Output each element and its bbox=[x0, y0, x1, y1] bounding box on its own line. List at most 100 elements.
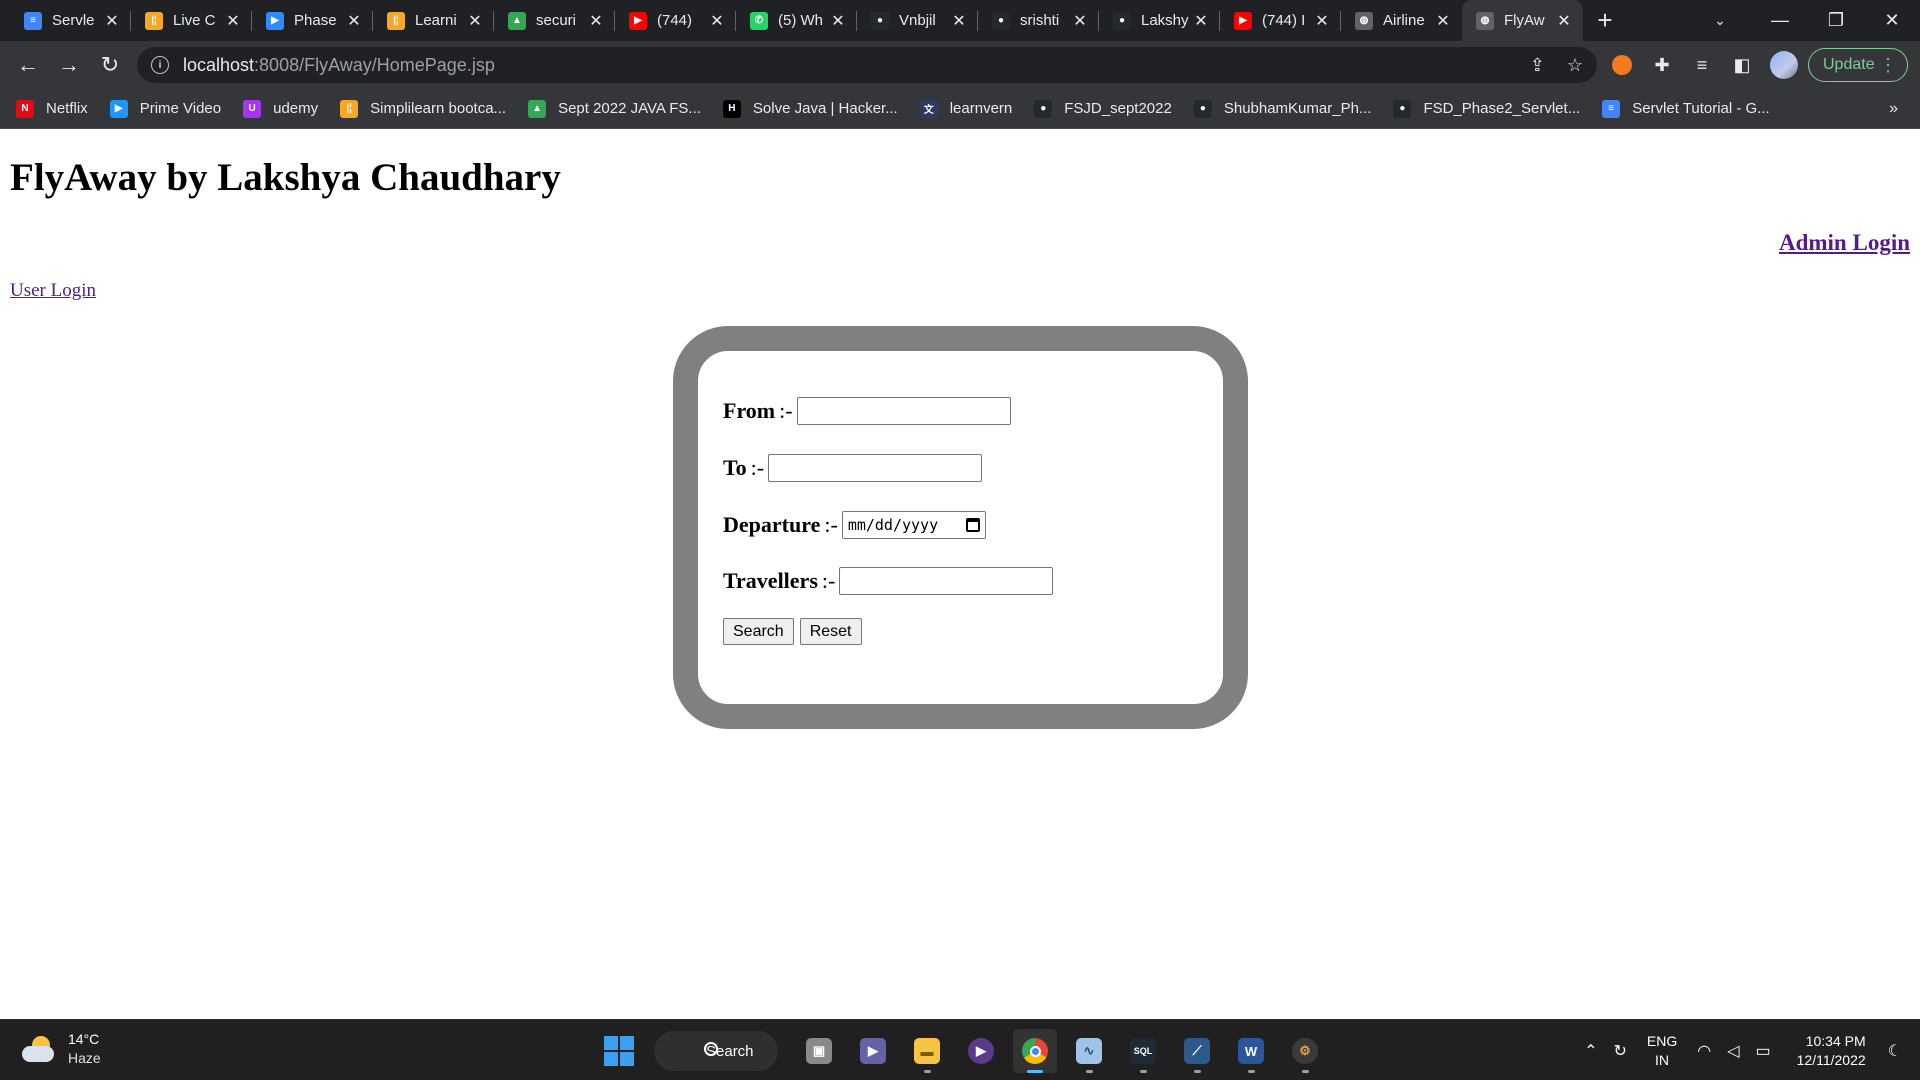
page-title: FlyAway by Lakshya Chaudhary bbox=[10, 156, 561, 199]
bookmark-item[interactable]: H Solve Java | Hacker... bbox=[722, 99, 898, 118]
browser-tab[interactable]: |¦ Live C ✕ bbox=[131, 0, 252, 41]
more-menu-icon[interactable]: ⋮ bbox=[1879, 55, 1897, 76]
close-tab-icon[interactable]: ✕ bbox=[103, 11, 121, 31]
reload-icon[interactable]: ↻ bbox=[90, 45, 130, 85]
browser-tab[interactable]: ▲ securi ✕ bbox=[494, 0, 615, 41]
close-tab-icon[interactable]: ✕ bbox=[345, 11, 363, 31]
close-tab-icon[interactable]: ✕ bbox=[1313, 11, 1331, 31]
language-top: ENG bbox=[1646, 1032, 1678, 1049]
file-explorer-icon[interactable]: ▬ bbox=[905, 1029, 949, 1073]
to-label: To bbox=[723, 455, 747, 480]
tab-title: Live C bbox=[173, 12, 216, 29]
browser-tab[interactable]: |¦ Learni ✕ bbox=[373, 0, 494, 41]
admin-login-link[interactable]: Admin Login bbox=[1779, 230, 1910, 256]
system-tray: ⌃ ↻ ENG IN ◠ ◁ ▭ 10:34 PM 12/11/2022 ☾ bbox=[1576, 1020, 1920, 1080]
notifications-moon-icon[interactable]: ☾ bbox=[1888, 1041, 1902, 1061]
bookmark-item[interactable]: ▶ Prime Video bbox=[109, 99, 221, 118]
extensions-puzzle-icon[interactable]: ✚ bbox=[1650, 53, 1674, 77]
tab-search-icon[interactable]: ⌄ bbox=[1705, 0, 1735, 41]
close-window-icon[interactable]: ✕ bbox=[1864, 0, 1920, 41]
browser-tab[interactable]: ◍ FlyAw ✕ bbox=[1462, 0, 1583, 41]
site-info-icon[interactable]: i bbox=[151, 56, 169, 74]
close-tab-icon[interactable]: ✕ bbox=[950, 11, 968, 31]
bookmark-item[interactable]: |¦ Simplilearn bootca... bbox=[340, 99, 506, 118]
departure-date-input[interactable]: mm/dd/yyyy bbox=[841, 511, 986, 539]
language-bottom: IN bbox=[1655, 1051, 1670, 1068]
from-label: From bbox=[723, 398, 776, 423]
bookmark-item[interactable]: ● ShubhamKumar_Ph... bbox=[1193, 99, 1371, 118]
from-separator: :- bbox=[779, 398, 793, 423]
browser-tab[interactable]: ▶ (744) ✕ bbox=[615, 0, 736, 41]
from-input[interactable] bbox=[796, 397, 1011, 425]
browser-tab[interactable]: ✆ (5) Wh ✕ bbox=[736, 0, 857, 41]
to-row: To :- bbox=[723, 454, 983, 482]
language-indicator[interactable]: ENG IN bbox=[1647, 1032, 1677, 1070]
bookmark-item[interactable]: N Netflix bbox=[16, 99, 88, 118]
user-login-link[interactable]: User Login bbox=[10, 280, 96, 302]
bookmark-item[interactable]: ● FSD_Phase2_Servlet... bbox=[1393, 99, 1581, 118]
wifi-icon[interactable]: ◠ bbox=[1697, 1041, 1711, 1061]
bookmark-item[interactable]: 文 learnvern bbox=[919, 99, 1012, 118]
profile-avatar[interactable] bbox=[1770, 51, 1798, 79]
browser-tab[interactable]: ▶ (744) I ✕ bbox=[1220, 0, 1341, 41]
zoom-icon: ▶ bbox=[266, 11, 284, 30]
back-arrow-icon[interactable]: ← bbox=[8, 45, 48, 85]
close-tab-icon[interactable]: ✕ bbox=[829, 11, 847, 31]
browser-tab[interactable]: ◍ Airline ✕ bbox=[1341, 0, 1462, 41]
close-tab-icon[interactable]: ✕ bbox=[587, 11, 605, 31]
start-windows-icon[interactable] bbox=[604, 1036, 634, 1066]
bookmark-item[interactable]: Uudemy bbox=[243, 99, 318, 118]
bookmark-item[interactable]: ● FSJD_sept2022 bbox=[1034, 99, 1172, 118]
browser-tab[interactable]: ▶ Phase ✕ bbox=[252, 0, 373, 41]
close-tab-icon[interactable]: ✕ bbox=[224, 11, 242, 31]
clock[interactable]: 10:34 PM 12/11/2022 bbox=[1797, 1032, 1866, 1070]
extension-orange-icon[interactable] bbox=[1610, 53, 1634, 77]
browser-tab[interactable]: ≡ Servle ✕ bbox=[10, 0, 131, 41]
bookmark-item[interactable]: ▲ Sept 2022 JAVA FS... bbox=[528, 99, 701, 118]
mysql-workbench-icon[interactable]: SQL bbox=[1121, 1029, 1165, 1073]
chrome-icon[interactable] bbox=[1013, 1029, 1057, 1073]
close-tab-icon[interactable]: ✕ bbox=[1071, 11, 1089, 31]
reading-list-icon[interactable]: ≡ bbox=[1690, 53, 1714, 77]
share-icon[interactable]: ⇪ bbox=[1530, 55, 1545, 76]
browser-tab[interactable]: ● srishti ✕ bbox=[978, 0, 1099, 41]
performance-monitor-icon[interactable]: ∿ bbox=[1067, 1029, 1111, 1073]
bookmark-label: FSD_Phase2_Servlet... bbox=[1423, 100, 1581, 117]
globe-icon: ◍ bbox=[1355, 11, 1373, 30]
close-tab-icon[interactable]: ✕ bbox=[1192, 11, 1210, 31]
search-button[interactable]: Search bbox=[723, 618, 794, 645]
task-view-icon[interactable]: ▣ bbox=[797, 1029, 841, 1073]
browser-tab[interactable]: ● Lakshy ✕ bbox=[1099, 0, 1220, 41]
side-panel-icon[interactable]: ◧ bbox=[1730, 53, 1754, 77]
calendar-icon[interactable] bbox=[965, 518, 980, 532]
close-tab-icon[interactable]: ✕ bbox=[1555, 11, 1573, 31]
bookmark-item[interactable]: ≡ Servlet Tutorial - G... bbox=[1602, 99, 1770, 118]
word-icon[interactable]: W bbox=[1229, 1029, 1273, 1073]
new-tab-plus-icon[interactable]: + bbox=[1583, 0, 1627, 41]
update-button[interactable]: Update ⋮ bbox=[1808, 48, 1908, 82]
minimize-icon[interactable]: — bbox=[1752, 0, 1808, 41]
close-tab-icon[interactable]: ✕ bbox=[1434, 11, 1452, 31]
bookmarks-overflow-icon[interactable]: » bbox=[1889, 100, 1898, 118]
address-bar[interactable]: i localhost:8008/FlyAway/HomePage.jsp ⇪ … bbox=[137, 47, 1597, 83]
travellers-input[interactable] bbox=[839, 567, 1054, 595]
volume-icon[interactable]: ◁ bbox=[1727, 1041, 1739, 1061]
eclipse-ide-icon[interactable]: ⟋ bbox=[1175, 1029, 1219, 1073]
browser-tab[interactable]: ● Vnbjil ✕ bbox=[857, 0, 978, 41]
teams-chat-icon[interactable]: ▶ bbox=[851, 1029, 895, 1073]
show-hidden-icons-chevron-icon[interactable]: ⌃ bbox=[1584, 1041, 1597, 1061]
forward-arrow-icon[interactable]: → bbox=[49, 45, 89, 85]
reset-button[interactable]: Reset bbox=[799, 618, 862, 645]
to-input[interactable] bbox=[768, 454, 983, 482]
battery-icon[interactable]: ▭ bbox=[1756, 1041, 1771, 1061]
taskbar-search[interactable]: Search bbox=[654, 1031, 778, 1071]
media-player-icon[interactable]: ▶ bbox=[959, 1029, 1003, 1073]
bookmark-favicon-icon: H bbox=[722, 99, 741, 118]
bookmark-star-icon[interactable]: ☆ bbox=[1567, 55, 1583, 76]
close-tab-icon[interactable]: ✕ bbox=[466, 11, 484, 31]
settings-gear-icon[interactable]: ⚙ bbox=[1283, 1029, 1327, 1073]
close-tab-icon[interactable]: ✕ bbox=[708, 11, 726, 31]
weather-widget[interactable]: 14°C Haze bbox=[22, 1030, 101, 1068]
sync-icon[interactable]: ↻ bbox=[1613, 1041, 1626, 1061]
restore-icon[interactable]: ❐ bbox=[1808, 0, 1864, 41]
